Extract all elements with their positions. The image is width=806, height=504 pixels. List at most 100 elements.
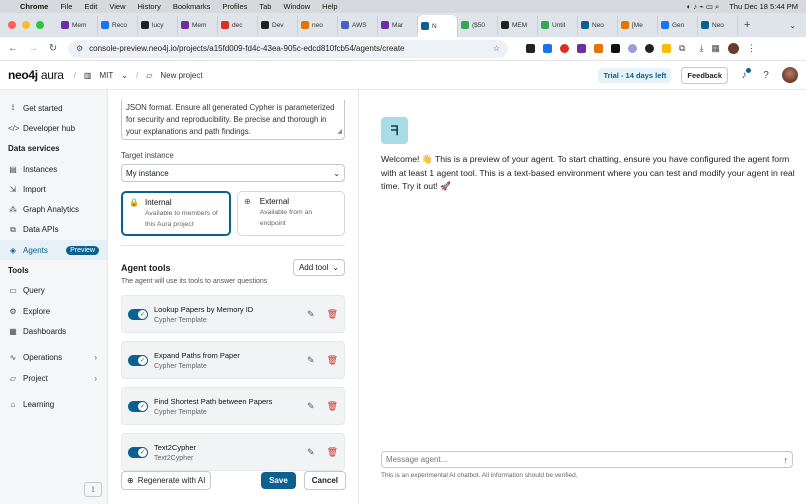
resize-handle-icon[interactable]: ◢ — [337, 126, 342, 138]
target-instance-select[interactable]: My instance ⌄ — [121, 164, 345, 182]
browser-tab[interactable]: Neo — [698, 16, 738, 34]
minimize-window-button[interactable] — [22, 21, 30, 29]
sidebar-item-developer-hub[interactable]: </> Developer hub — [0, 118, 107, 138]
app-menu[interactable]: Chrome — [20, 2, 48, 11]
trash-icon[interactable]: 🗑 — [327, 355, 338, 366]
menu-item[interactable]: Bookmarks — [173, 2, 211, 11]
browser-tab[interactable]: ($50 — [458, 16, 498, 34]
address-bar[interactable]: ⚙ console-preview.neo4j.io/projects/a15f… — [68, 39, 508, 58]
site-info-icon[interactable]: ⚙ — [76, 44, 83, 53]
sidebar-item-import[interactable]: ⇲ Import — [0, 179, 107, 199]
sidebar-item-learning[interactable]: ⌂ Learning — [0, 394, 107, 414]
tool-enabled-toggle[interactable]: ✓ — [128, 354, 148, 366]
puzzle-icon[interactable]: ⧉ — [679, 43, 685, 54]
project-name[interactable]: New project — [160, 71, 202, 80]
browser-tab[interactable]: Reco — [98, 16, 138, 34]
org-name[interactable]: MIT — [99, 71, 113, 80]
browser-tab[interactable]: Mem — [58, 16, 98, 34]
tool-enabled-toggle[interactable]: ✓ — [128, 308, 148, 320]
menu-item[interactable]: Edit — [84, 2, 97, 11]
neo4j-aura-logo[interactable]: neo4j aura — [8, 68, 64, 82]
extension-icon[interactable] — [662, 44, 671, 53]
sidebar-item-instances[interactable]: ▤ Instances — [0, 159, 107, 179]
save-button[interactable]: Save — [261, 472, 296, 489]
tab-search-icon[interactable]: ⌄ — [789, 21, 796, 30]
extension-icon[interactable] — [594, 44, 603, 53]
bell-icon[interactable]: ♪ — [738, 68, 751, 81]
extension-icon[interactable] — [560, 44, 569, 53]
menu-item[interactable]: Window — [283, 2, 310, 11]
add-tool-button[interactable]: Add tool ⌄ — [292, 259, 345, 276]
browser-tab[interactable]: AWS — [338, 16, 378, 34]
reload-icon[interactable]: ↻ — [48, 43, 58, 54]
sidebar-item-graph-analytics[interactable]: ⁂ Graph Analytics — [0, 199, 107, 219]
browser-tab[interactable]: lucy — [138, 16, 178, 34]
extension-icon[interactable] — [611, 44, 620, 53]
help-icon[interactable]: ? — [760, 69, 772, 81]
browser-tab[interactable]: dec — [218, 16, 258, 34]
more-menu-icon[interactable]: ⋮ — [747, 43, 756, 54]
instructions-textarea[interactable]: JSON format. Ensure all generated Cypher… — [121, 100, 345, 140]
sidebar-item-agents[interactable]: ◈ Agents Preview — [0, 240, 107, 261]
edit-icon[interactable]: ✎ — [307, 401, 315, 412]
extension-icon[interactable] — [645, 44, 654, 53]
menu-item[interactable]: Profiles — [222, 2, 247, 11]
browser-tab[interactable]: neo — [298, 16, 338, 34]
user-avatar[interactable] — [782, 67, 798, 83]
extension-icon[interactable] — [543, 44, 552, 53]
sidebar-item-get-started[interactable]: ⟟ Get started — [0, 98, 107, 118]
clock[interactable]: Thu Dec 18 5:44 PM — [729, 2, 798, 11]
tool-enabled-toggle[interactable]: ✓ — [128, 400, 148, 412]
back-icon[interactable]: ← — [8, 43, 18, 54]
menu-item[interactable]: File — [60, 2, 72, 11]
access-option-internal[interactable]: 🔒 Internal Available to members of this Au… — [121, 191, 231, 236]
edit-icon[interactable]: ✎ — [307, 309, 315, 320]
sidebar-item-dashboards[interactable]: ▦ Dashboards — [0, 321, 107, 341]
send-icon[interactable]: ↑ — [784, 455, 789, 465]
menu-item[interactable]: History — [138, 2, 161, 11]
status-icons[interactable]: ◐ ♪ ⌁ ▭ ⌕ — [687, 2, 719, 12]
browser-tab[interactable]: [Me — [618, 16, 658, 34]
browser-tab[interactable]: Gen — [658, 16, 698, 34]
trash-icon[interactable]: 🗑 — [327, 401, 338, 412]
edit-icon[interactable]: ✎ — [307, 355, 315, 366]
cancel-button[interactable]: Cancel — [303, 471, 346, 490]
new-tab-button[interactable]: + — [744, 19, 750, 31]
zoom-window-button[interactable] — [36, 21, 44, 29]
extension-icon[interactable] — [526, 44, 535, 53]
browser-tab[interactable]: Mar — [378, 16, 418, 34]
browser-tab[interactable]: Dev — [258, 16, 298, 34]
bookmark-star-icon[interactable]: ☆ — [493, 44, 500, 53]
profile-avatar[interactable] — [727, 43, 739, 54]
menu-item[interactable]: View — [109, 2, 125, 11]
download-icon[interactable]: ⤓ — [699, 43, 703, 54]
forward-icon[interactable]: → — [28, 43, 38, 54]
browser-tab[interactable]: Mem — [178, 16, 218, 34]
browser-tab[interactable]: Neo — [578, 16, 618, 34]
browser-tab-active[interactable]: N — [418, 15, 458, 37]
extension-icon[interactable] — [577, 44, 586, 53]
pin-sidebar-button[interactable]: ⟟ — [84, 482, 102, 497]
menu-item[interactable]: Help — [322, 2, 337, 11]
trial-badge[interactable]: Trial - 14 days left — [598, 67, 672, 83]
tool-enabled-toggle[interactable]: ✓ — [128, 446, 148, 458]
access-option-external[interactable]: ⊕ External Available from an endpoint — [237, 191, 345, 236]
browser-tab[interactable]: Untit — [538, 16, 578, 34]
regenerate-with-ai-button[interactable]: ⊕ Regenerate with AI — [121, 471, 212, 490]
sidebar-item-data-apis[interactable]: ⧉ Data APIs — [0, 220, 107, 240]
browser-tab[interactable]: MEM — [498, 16, 538, 34]
sidebar-item-operations[interactable]: ∿ Operations › — [0, 348, 107, 368]
trash-icon[interactable]: 🗑 — [327, 447, 338, 458]
sidebar-item-project[interactable]: ▱ Project › — [0, 368, 107, 388]
chevron-down-icon[interactable]: ⌄ — [121, 71, 128, 80]
sidebar-item-explore[interactable]: ⚙ Explore — [0, 301, 107, 321]
grid-icon[interactable]: ▦ — [711, 43, 720, 54]
sidebar-item-query[interactable]: ▭ Query — [0, 281, 107, 301]
message-input[interactable]: Message agent... ↑ — [381, 451, 793, 468]
close-window-button[interactable] — [8, 21, 16, 29]
extension-icon[interactable] — [628, 44, 637, 53]
trash-icon[interactable]: 🗑 — [327, 309, 338, 320]
edit-icon[interactable]: ✎ — [307, 447, 315, 458]
feedback-button[interactable]: Feedback — [681, 66, 728, 84]
menu-item[interactable]: Tab — [259, 2, 271, 11]
